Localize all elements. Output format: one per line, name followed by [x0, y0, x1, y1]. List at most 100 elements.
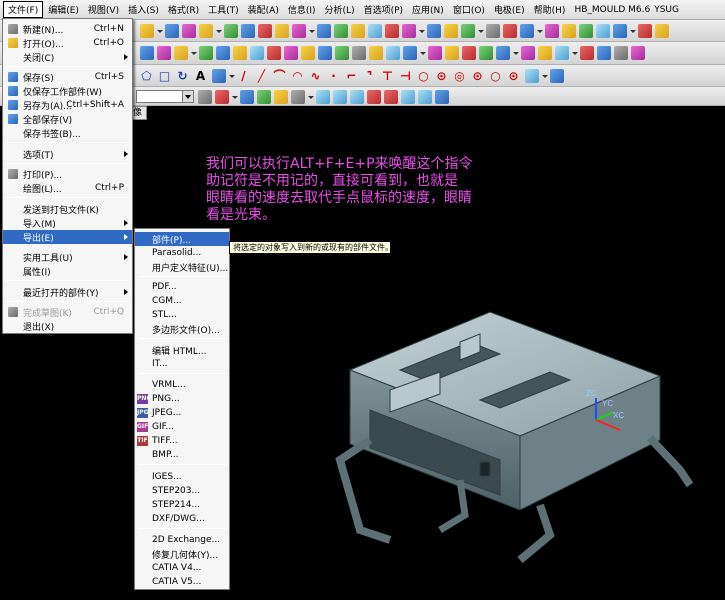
styled-blend-icon[interactable] [445, 46, 459, 60]
menu-insert[interactable]: 插入(S) [124, 2, 163, 17]
menu-item-new[interactable]: 新建(N)... Ctrl+N [3, 22, 132, 36]
boss-icon[interactable] [275, 24, 289, 38]
stiffness-icon[interactable] [614, 46, 628, 60]
export-item-udf[interactable]: 用户定义特征(U)... [135, 260, 229, 274]
extrude-icon[interactable] [199, 24, 213, 38]
menu-item-save[interactable]: 保存(S) Ctrl+S [3, 70, 132, 84]
enlarge-icon[interactable] [631, 46, 645, 60]
chevron-down-icon[interactable] [419, 24, 425, 38]
rotate-icon[interactable]: ↻ [176, 69, 189, 83]
pick-icon[interactable] [257, 90, 271, 104]
chevron-down-icon[interactable] [308, 90, 314, 104]
intersection-icon[interactable] [350, 90, 364, 104]
fill-icon[interactable] [403, 46, 417, 60]
export-item-jpeg[interactable]: JPG JPEG... [135, 406, 229, 420]
trim-sheet-icon[interactable] [284, 46, 298, 60]
chevron-down-icon[interactable] [157, 24, 163, 38]
menu-analysis[interactable]: 分析(L) [321, 2, 359, 17]
point-on-curve-icon[interactable] [418, 90, 432, 104]
reverse-normal-icon[interactable] [580, 46, 594, 60]
menu-file[interactable]: 文件(F) [3, 1, 44, 18]
export-item-2d-exchange[interactable]: 2D Exchange... [135, 533, 229, 547]
export-item-pdf[interactable]: PDF... [135, 280, 229, 294]
chevron-down-icon[interactable] [513, 46, 519, 60]
chevron-down-icon[interactable] [309, 24, 315, 38]
snap-icon[interactable] [240, 90, 254, 104]
mirror-icon[interactable] [520, 24, 534, 38]
slot-icon[interactable] [334, 24, 348, 38]
menu-item-save-bookmark[interactable]: 保存书签(B)... [3, 126, 132, 140]
pad-icon[interactable] [317, 24, 331, 38]
quilt-icon[interactable] [352, 46, 366, 60]
menu-item-save-as[interactable]: 另存为(A)... Ctrl+Shift+A [3, 98, 132, 112]
export-item-iges[interactable]: IGES... [135, 470, 229, 484]
thicken-icon[interactable] [301, 46, 315, 60]
view-icon[interactable] [525, 69, 539, 83]
chevron-down-icon[interactable] [572, 46, 578, 60]
menu-item-export[interactable]: 导出(E) [3, 230, 132, 244]
export-item-polygon[interactable]: 多边形文件(O)... [135, 322, 229, 336]
menu-item-options[interactable]: 选项(T) [3, 147, 132, 161]
swept-surface-icon[interactable] [216, 46, 230, 60]
revolve-icon[interactable] [224, 24, 238, 38]
shape-icon[interactable] [140, 24, 154, 38]
patch-icon[interactable] [335, 46, 349, 60]
trim-icon[interactable] [461, 24, 475, 38]
x-form-icon[interactable] [521, 46, 535, 60]
export-item-dxf-dwg[interactable]: DXF/DWG... [135, 512, 229, 526]
layer-icon[interactable] [550, 69, 564, 83]
edit-surface-icon[interactable] [496, 46, 510, 60]
draft-icon[interactable] [444, 24, 458, 38]
sweep-icon[interactable] [241, 24, 255, 38]
menu-edit[interactable]: 编辑(E) [44, 2, 83, 17]
chevron-down-icon[interactable] [542, 69, 548, 83]
center-point-icon[interactable] [367, 90, 381, 104]
export-item-catia-v4[interactable]: CATIA V4... [135, 561, 229, 575]
menu-item-save-work-part[interactable]: 仅保存工作部件(W) [3, 84, 132, 98]
filter-icon[interactable] [198, 90, 212, 104]
scale-icon[interactable] [638, 24, 652, 38]
frame-icon[interactable] [291, 90, 305, 104]
chevron-down-icon[interactable] [420, 46, 426, 60]
ellipse-icon[interactable]: ⊙ [471, 69, 484, 83]
menu-item-save-all[interactable]: 全部保存(V) [3, 112, 132, 126]
menu-item-recent-parts[interactable]: 最近打开的部件(Y) [3, 285, 132, 299]
export-item-parasolid[interactable]: Parasolid... [135, 246, 229, 260]
sew-surface-icon[interactable] [318, 46, 332, 60]
extension-icon[interactable] [250, 46, 264, 60]
chevron-down-icon[interactable] [182, 91, 193, 102]
corner-icon[interactable]: ⌝ [363, 69, 376, 83]
mesh-icon[interactable] [174, 46, 188, 60]
export-item-catia-v5[interactable]: CATIA V5... [135, 575, 229, 589]
point-on-face-icon[interactable] [435, 90, 449, 104]
studio-icon[interactable] [386, 46, 400, 60]
menu-item-exit[interactable]: 退出(X) [3, 319, 132, 333]
menu-item-print[interactable]: 打印(P)... [3, 167, 132, 181]
unite-icon[interactable] [545, 24, 559, 38]
hole-icon[interactable] [258, 24, 272, 38]
menu-item-utilities[interactable]: 实用工具(U) [3, 250, 132, 264]
polyline-icon[interactable]: ╱ [255, 69, 268, 83]
existing-point-icon[interactable] [401, 90, 415, 104]
shell-icon[interactable] [427, 24, 441, 38]
export-item-repair-geometry[interactable]: 修复几何体(Y)... [135, 547, 229, 561]
menu-information[interactable]: 信息(I) [284, 2, 320, 17]
usb-connector-model[interactable]: ZC YC XC [330, 290, 710, 570]
undo-icon[interactable] [274, 90, 288, 104]
chevron-down-icon[interactable] [537, 24, 543, 38]
arc-icon[interactable]: ⌒ [273, 69, 286, 83]
intersect-icon[interactable] [579, 24, 593, 38]
pattern-icon[interactable] [503, 24, 517, 38]
circle-three-point-icon[interactable]: ◎ [453, 69, 466, 83]
smooth-icon[interactable] [555, 46, 569, 60]
pocket-icon[interactable] [292, 24, 306, 38]
thread-icon[interactable] [368, 24, 382, 38]
export-item-cgm[interactable]: CGM... [135, 294, 229, 308]
export-item-stl[interactable]: STL... [135, 308, 229, 322]
bridge-icon[interactable] [462, 46, 476, 60]
line-icon[interactable]: / [237, 69, 250, 83]
split-icon[interactable] [486, 24, 500, 38]
end-point-icon[interactable] [316, 90, 330, 104]
export-item-step214[interactable]: STEP214... [135, 498, 229, 512]
menu-item-import[interactable]: 导入(M) [3, 216, 132, 230]
